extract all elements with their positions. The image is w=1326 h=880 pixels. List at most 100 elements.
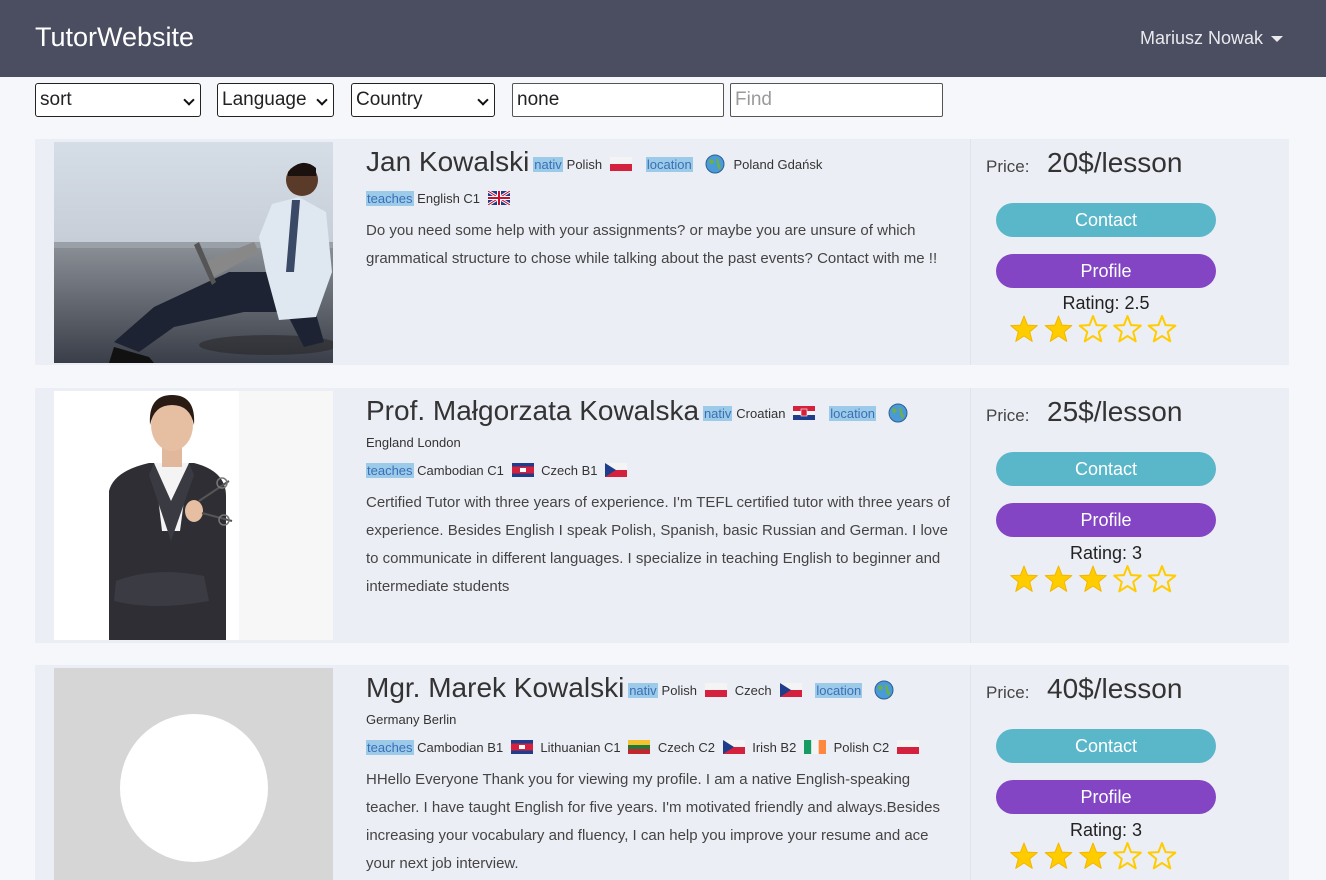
sort-select-value: sort (40, 89, 72, 110)
star-filled-icon (1044, 565, 1073, 592)
price-panel: Price: 25$/lesson Contact Profile Rating… (970, 388, 1289, 643)
tutor-photo[interactable] (54, 391, 333, 640)
teaches-language: Cambodian B1 (417, 740, 504, 755)
user-name: Mariusz Nowak (1139, 28, 1263, 48)
star-empty-icon (1113, 842, 1142, 870)
globe-icon (888, 403, 908, 423)
czech-flag-icon (722, 740, 745, 754)
tutor-location: England London (366, 435, 461, 450)
teaches-language: English C1 (417, 191, 481, 206)
globe-icon (705, 154, 725, 174)
chevron-down-icon (316, 94, 328, 106)
star-filled-icon (1044, 315, 1073, 342)
profile-button[interactable]: Profile (996, 254, 1216, 288)
native-language: Polish (566, 157, 603, 172)
teaches-language: Cambodian C1 (417, 463, 504, 478)
lithuania-flag-icon (628, 740, 651, 754)
star-filled-icon (1010, 315, 1038, 342)
tutor-card: Mgr. Marek Kowalski nativ Polish Czech l… (35, 665, 1289, 880)
chevron-down-icon (183, 94, 195, 106)
tutor-location: Poland Gdańsk (733, 157, 823, 172)
star-filled-icon (1010, 842, 1038, 869)
tutor-name[interactable]: Jan Kowalski (366, 146, 529, 177)
country-select[interactable]: Country (351, 83, 495, 117)
star-empty-icon (1147, 315, 1177, 343)
rating-stars (1010, 315, 1177, 343)
star-filled-icon (1079, 842, 1107, 869)
location-label: location (829, 406, 877, 421)
tutor-info: Prof. Małgorzata Kowalska nativ Croatian… (366, 388, 956, 601)
star-empty-icon (1113, 565, 1142, 593)
filter-bar: sort Language Country (0, 83, 1326, 117)
sort-select[interactable]: sort (35, 83, 201, 117)
teaches-label: teaches (366, 463, 414, 478)
teaches-language: Lithuanian C1 (540, 740, 621, 755)
tutor-name[interactable]: Mgr. Marek Kowalski (366, 672, 624, 703)
tutor-location: Germany Berlin (366, 712, 457, 727)
teaches-language: Czech C2 (657, 740, 715, 755)
language-select[interactable]: Language (217, 83, 334, 117)
price-value: 40$/lesson (1047, 673, 1183, 704)
rating-text: Rating: 3 (1069, 543, 1143, 563)
cambodia-flag-icon (510, 740, 533, 754)
profile-button[interactable]: Profile (996, 503, 1216, 537)
rating-stars (1010, 565, 1177, 593)
price-panel: Price: 40$/lesson Contact Profile Rating… (970, 665, 1289, 880)
teaches-language: Polish C2 (833, 740, 890, 755)
tutor-header: Mgr. Marek Kowalski nativ Polish Czech l… (366, 674, 956, 734)
teaches-label: teaches (366, 740, 414, 755)
contact-button[interactable]: Contact (996, 729, 1216, 763)
navbar: TutorWebsite Mariusz Nowak (0, 0, 1326, 77)
globe-icon (874, 680, 894, 700)
profile-button[interactable]: Profile (996, 780, 1216, 814)
poland-flag-icon (704, 683, 727, 697)
rating-text: Rating: 2.5 (1062, 293, 1150, 313)
tutor-card: Jan Kowalski nativ Polish location Polan… (35, 139, 1289, 365)
native-language: Polish (661, 683, 697, 698)
star-empty-icon (1078, 315, 1108, 343)
rating-text: Rating: 3 (1069, 820, 1143, 840)
teaches-row: teaches Cambodian B1 Lithuanian C1 Czech… (366, 734, 956, 762)
price-label: Price: (986, 406, 1030, 425)
native-label: nativ (533, 157, 563, 172)
tutor-header: Jan Kowalski nativ Polish location Polan… (366, 148, 956, 179)
caret-down-icon (1271, 36, 1283, 43)
teaches-label: teaches (366, 191, 414, 206)
brand-logo[interactable]: TutorWebsite (35, 22, 194, 53)
czech-flag-icon (779, 683, 802, 697)
star-empty-icon (1113, 315, 1142, 343)
price-label: Price: (986, 683, 1030, 702)
tutor-photo-placeholder[interactable] (54, 668, 333, 880)
find-input[interactable] (730, 83, 943, 117)
teaches-row: teaches English C1 (366, 185, 956, 213)
price-value: 20$/lesson (1047, 147, 1183, 178)
teaches-language: Czech B1 (541, 463, 598, 478)
rating-stars (1010, 842, 1177, 870)
star-empty-icon (1147, 565, 1177, 593)
tutor-description: HHello Everyone Thank you for viewing my… (366, 771, 940, 872)
tutor-photo[interactable] (54, 142, 333, 363)
tutor-info: Mgr. Marek Kowalski nativ Polish Czech l… (366, 665, 956, 878)
tutor-name[interactable]: Prof. Małgorzata Kowalska (366, 395, 699, 426)
teaches-row: teaches Cambodian C1 Czech B1 (366, 457, 956, 485)
price-label: Price: (986, 157, 1030, 176)
contact-button[interactable]: Contact (996, 203, 1216, 237)
poland-flag-icon (609, 157, 632, 171)
location-label: location (815, 683, 863, 698)
ireland-flag-icon (803, 740, 826, 754)
cambodia-flag-icon (511, 463, 534, 477)
star-empty-icon (1147, 842, 1177, 870)
location-label: location (645, 157, 693, 172)
chevron-down-icon (477, 94, 489, 106)
croatia-flag-icon (793, 406, 816, 420)
contact-button[interactable]: Contact (996, 452, 1216, 486)
tutor-description: Certified Tutor with three years of expe… (366, 494, 950, 595)
uk-flag-icon (487, 191, 510, 205)
tutor-description: Do you need some help with your assignme… (366, 222, 938, 267)
star-filled-icon (1079, 565, 1107, 592)
native-label: nativ (702, 406, 733, 421)
user-menu[interactable]: Mariusz Nowak (1140, 28, 1283, 49)
native-language: Croatian (736, 406, 786, 421)
filter-value-input[interactable] (512, 83, 724, 117)
native-language: Czech (734, 683, 772, 698)
